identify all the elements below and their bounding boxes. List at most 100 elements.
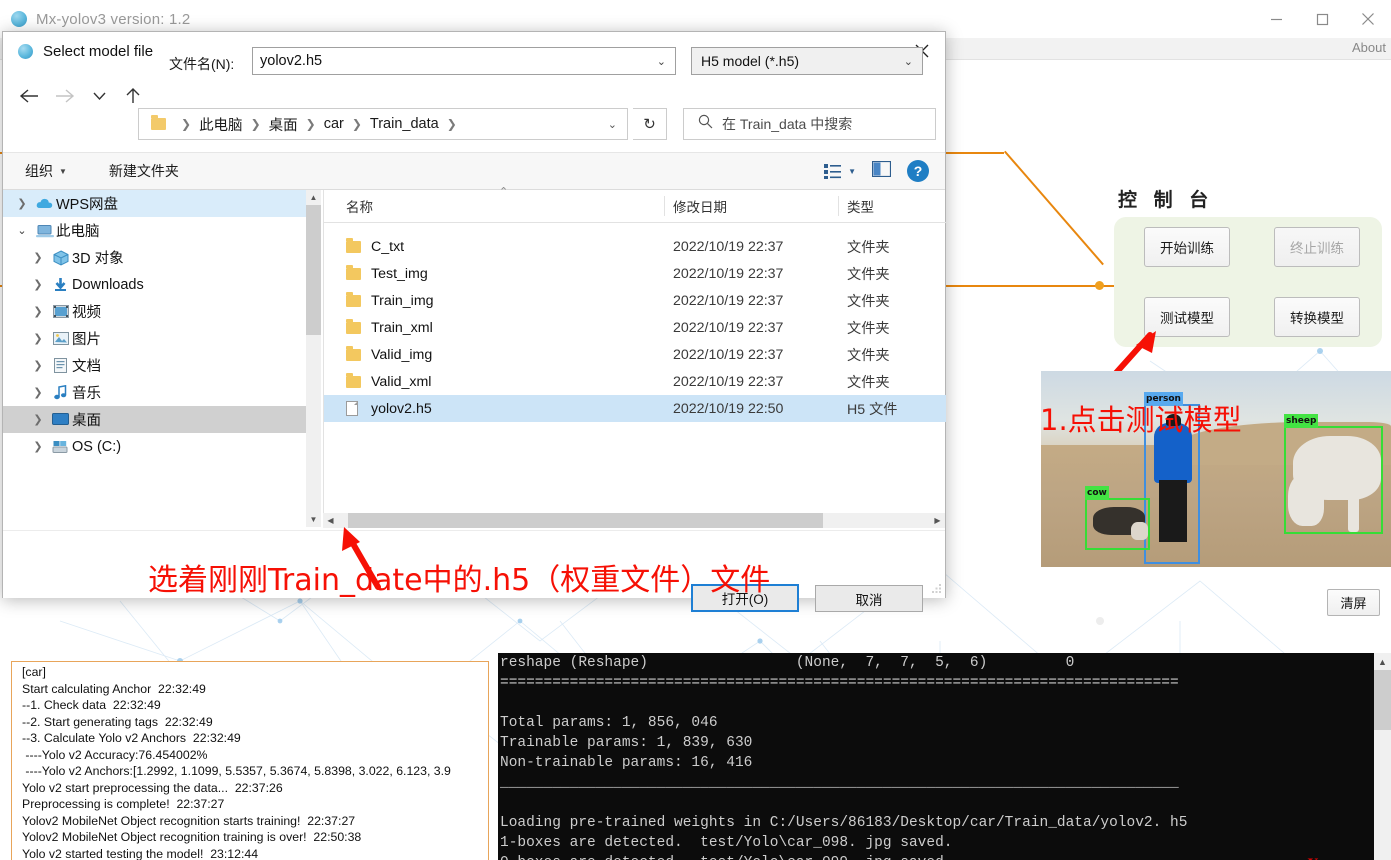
scroll-up-icon[interactable]: ▲ <box>1374 653 1391 670</box>
breadcrumb-item-3[interactable]: Train_data <box>369 116 440 132</box>
organize-label: 组织 <box>25 163 53 179</box>
chevron-down-icon[interactable]: ⌄ <box>11 224 33 237</box>
chevron-right-icon[interactable]: ❯ <box>27 251 49 264</box>
chevron-right-icon[interactable]: ❯ <box>11 197 33 210</box>
file-row[interactable]: Valid_xml 2022/10/19 22:37 文件夹 <box>324 368 946 395</box>
watermark-site: Yuucn.com <box>1307 856 1379 860</box>
chevron-down-icon[interactable]: ⌄ <box>608 118 617 131</box>
file-row[interactable]: C_txt 2022/10/19 22:37 文件夹 <box>324 233 946 260</box>
select-model-file-dialog: Select model file ❯ 此电脑 ❯ 桌面 ❯ car ❯ Tra… <box>2 31 946 612</box>
scroll-right-icon[interactable]: ▶ <box>930 513 945 528</box>
new-folder-button[interactable]: 新建文件夹 <box>109 161 179 181</box>
column-header-date[interactable]: 修改日期 <box>673 196 727 216</box>
file-row-selected[interactable]: yolov2.h5 2022/10/19 22:50 H5 文件 <box>324 395 946 422</box>
maximize-button[interactable] <box>1299 0 1345 38</box>
breadcrumb-item-1[interactable]: 桌面 <box>268 114 299 135</box>
start-training-button[interactable]: 开始训练 <box>1144 227 1230 267</box>
list-scroll-thumb[interactable] <box>348 513 823 528</box>
dialog-title: Select model file <box>43 42 154 60</box>
forward-button[interactable] <box>51 79 79 113</box>
cancel-button[interactable]: 取消 <box>815 585 923 612</box>
column-header-type[interactable]: 类型 <box>847 196 874 216</box>
recent-locations-button[interactable] <box>85 79 113 113</box>
filetype-combobox[interactable]: H5 model (*.h5) ⌄ <box>691 47 923 75</box>
tree-vertical-scrollbar[interactable]: ▲ ▼ <box>306 190 321 527</box>
convert-model-button[interactable]: 转换模型 <box>1274 297 1360 337</box>
stop-training-button[interactable]: 终止训练 <box>1274 227 1360 267</box>
refresh-button[interactable]: ↻ <box>633 108 667 140</box>
terminal-scroll-thumb[interactable] <box>1374 670 1391 730</box>
tree-item-pictures[interactable]: ❯ 图片 <box>3 325 321 352</box>
file-date: 2022/10/19 22:37 <box>673 238 784 255</box>
tree-item-3d-objects[interactable]: ❯ 3D 对象 <box>3 244 321 271</box>
detection-label-sheep: sheep <box>1284 414 1319 428</box>
search-box[interactable] <box>683 108 936 140</box>
tree-item-music[interactable]: ❯ 音乐 <box>3 379 321 406</box>
file-type: 文件夹 <box>847 320 890 337</box>
column-header-name[interactable]: 名称 <box>346 196 373 216</box>
clear-screen-button[interactable]: 清屏 <box>1327 589 1380 616</box>
terminal-console[interactable]: 23070 __________________________________… <box>498 653 1391 860</box>
tree-item-downloads[interactable]: ❯ Downloads <box>3 271 321 298</box>
tree-item-label: 3D 对象 <box>72 251 124 267</box>
search-input[interactable] <box>722 116 912 132</box>
filename-combobox[interactable]: yolov2.h5 ⌄ <box>252 47 676 75</box>
preview-pane-icon <box>871 160 892 177</box>
breadcrumb-item-2[interactable]: car <box>323 116 345 132</box>
chevron-right-icon[interactable]: ❯ <box>27 278 49 291</box>
tree-scroll-thumb[interactable] <box>306 205 321 335</box>
file-name: Train_xml <box>371 319 433 336</box>
3d-object-icon <box>49 249 72 266</box>
file-icon <box>346 401 358 416</box>
scroll-up-icon[interactable]: ▲ <box>306 190 321 205</box>
scroll-down-icon[interactable]: ▼ <box>306 512 321 527</box>
file-list-horizontal-scrollbar[interactable]: ◀ ▶ <box>323 513 945 528</box>
chevron-right-icon[interactable]: ❯ <box>27 413 49 426</box>
back-button[interactable] <box>15 79 43 113</box>
tree-item-videos[interactable]: ❯ 视频 <box>3 298 321 325</box>
help-button[interactable]: ? <box>907 160 929 182</box>
chevron-right-icon[interactable]: ❯ <box>27 305 49 318</box>
chevron-right-icon[interactable]: ❯ <box>27 440 49 453</box>
view-mode-button[interactable]: ▼ <box>824 163 856 179</box>
drive-icon <box>49 440 72 454</box>
tree-item-label: 音乐 <box>72 386 101 402</box>
about-menu-item[interactable]: About <box>1352 40 1386 55</box>
chevron-down-icon: ▼ <box>848 166 856 176</box>
navigation-tree: ❯ WPS网盘 ⌄ 此电脑 ❯ 3D 对象 ❯ Downloads ❯ 视频 ❯… <box>3 190 321 527</box>
list-scroll-track[interactable] <box>338 513 930 528</box>
terminal-vertical-scrollbar[interactable]: ▲ <box>1374 653 1391 860</box>
column-divider[interactable] <box>664 196 665 216</box>
chevron-right-icon[interactable]: ❯ <box>27 359 49 372</box>
breadcrumb-bar[interactable]: ❯ 此电脑 ❯ 桌面 ❯ car ❯ Train_data ❯ ⌄ <box>138 108 628 140</box>
close-button[interactable] <box>1345 0 1391 38</box>
tree-item-this-pc[interactable]: ⌄ 此电脑 <box>3 217 321 244</box>
video-icon <box>49 305 72 318</box>
column-divider[interactable] <box>838 196 839 216</box>
tree-item-os-c[interactable]: ❯ OS (C:) <box>3 433 321 460</box>
tree-item-wps[interactable]: ❯ WPS网盘 <box>3 190 321 217</box>
file-row[interactable]: Test_img 2022/10/19 22:37 文件夹 <box>324 260 946 287</box>
app-title: Mx-yolov3 version: 1.2 <box>36 10 191 28</box>
chevron-right-icon[interactable]: ❯ <box>27 386 49 399</box>
file-row[interactable]: Valid_img 2022/10/19 22:37 文件夹 <box>324 341 946 368</box>
training-log-panel[interactable]: [car] Start calculating Anchor 22:32:49 … <box>11 661 489 860</box>
tree-item-label: 此电脑 <box>56 224 100 240</box>
minimize-button[interactable] <box>1253 0 1299 38</box>
chevron-down-icon[interactable]: ⌄ <box>904 55 913 68</box>
dialog-logo-icon <box>18 43 33 59</box>
chevron-down-icon[interactable]: ⌄ <box>657 55 666 68</box>
tree-item-documents[interactable]: ❯ 文档 <box>3 352 321 379</box>
tree-item-desktop[interactable]: ❯ 桌面 <box>3 406 321 433</box>
file-row[interactable]: Train_xml 2022/10/19 22:37 文件夹 <box>324 314 946 341</box>
file-date: 2022/10/19 22:37 <box>673 319 784 336</box>
search-icon <box>698 114 713 134</box>
breadcrumb-item-0[interactable]: 此电脑 <box>198 114 244 135</box>
resize-grip-icon[interactable] <box>930 582 942 594</box>
sort-ascending-icon: ⌃ <box>499 186 509 198</box>
chevron-right-icon[interactable]: ❯ <box>27 332 49 345</box>
file-row[interactable]: Train_img 2022/10/19 22:37 文件夹 <box>324 287 946 314</box>
file-name: Test_img <box>371 265 428 282</box>
preview-pane-button[interactable] <box>871 160 892 182</box>
organize-menu-button[interactable]: 组织 ▼ <box>25 161 67 181</box>
